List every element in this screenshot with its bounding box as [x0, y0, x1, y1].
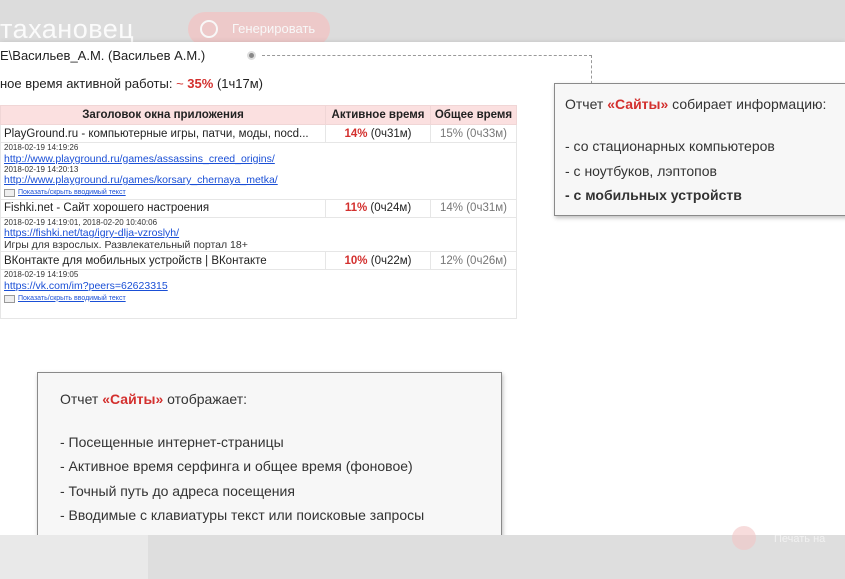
row-details: 2018-02-19 14:19:05 https://vk.com/im?pe… — [0, 269, 517, 319]
active-time-percent: 35% — [187, 76, 214, 91]
row-active-duration: (0ч31м) — [370, 127, 412, 140]
callout-bullet: - с ноутбуков, лэптопов — [565, 163, 717, 179]
row-details: 2018-02-19 14:19:26 http://www.playgroun… — [0, 142, 517, 200]
typed-text: Игры для взрослых. Развлекательный порта… — [4, 239, 248, 251]
toggle-checkbox-icon[interactable] — [4, 189, 15, 198]
visit-url-link[interactable]: http://www.playground.ru/games/korsary_c… — [4, 175, 513, 186]
callout-bullet: - Посещенные интернет-страницы — [60, 434, 284, 450]
callout-text: Отчет — [60, 391, 103, 407]
row-total-time: 15% (0ч33м) — [430, 124, 517, 143]
visit-url-link[interactable]: https://fishki.net/tag/igry-dlja-vzrosly… — [4, 228, 513, 239]
pointer-dot-icon — [247, 51, 256, 60]
row-active-percent: 14% — [344, 127, 368, 140]
callout-text: Отчет — [565, 96, 608, 112]
toggle-typed-text-label[interactable]: Показать/скрыть вводимый текст — [18, 188, 126, 199]
callout-bullet: - Вводимые с клавиатуры текст или поиско… — [60, 507, 425, 523]
callout-features: Отчет «Сайты» отображает: - Посещенные и… — [37, 372, 502, 557]
callout-bullet: - со стационарных компьютеров — [565, 138, 775, 154]
row-details: 2018-02-19 14:19:01, 2018-02-20 10:40:06… — [0, 216, 517, 252]
callout-text: отображает: — [163, 391, 248, 407]
sites-table: Заголовок окна приложения Активное время… — [0, 105, 517, 319]
row-active-time: 10% (0ч22м) — [325, 251, 431, 270]
user-line: E\Васильев_А.М. (Васильев А.М.) — [0, 48, 206, 63]
active-time-summary: ное время активной работы: ~ 35% (1ч17м) — [0, 76, 263, 91]
active-time-duration: (1ч17м) — [216, 76, 263, 91]
approx-sign: ~ — [176, 76, 184, 91]
callout-highlight: «Сайты» — [607, 96, 669, 112]
row-title: Fishki.net - Сайт хорошего настроения — [0, 198, 326, 218]
table-row[interactable]: Fishki.net - Сайт хорошего настроения 11… — [0, 198, 517, 218]
row-active-duration: (0ч22м) — [370, 254, 412, 267]
visit-url-link[interactable]: https://vk.com/im?peers=62623315 — [4, 280, 513, 292]
callout-bullet: - Точный путь до адреса посещения — [60, 483, 295, 499]
toggle-typed-text-label[interactable]: Показать/скрыть вводимый текст — [18, 294, 126, 305]
row-total-time: 14% (0ч31м) — [430, 198, 517, 218]
generate-button-label: Генерировать — [232, 21, 316, 36]
refresh-icon — [200, 20, 218, 38]
background-faded-label: Печать на — [774, 533, 826, 545]
visit-timestamp: 2018-02-19 14:19:05 — [4, 270, 79, 279]
background-lower-left — [0, 535, 148, 579]
active-time-label: ное время активной работы: — [0, 76, 173, 91]
toggle-checkbox-icon[interactable] — [4, 294, 15, 303]
visit-timestamp: 2018-02-19 14:19:26 — [4, 143, 79, 152]
callout-sources: Отчет «Сайты» собирает информацию: - со … — [554, 83, 845, 216]
column-header-total: Общее время — [430, 105, 517, 125]
row-active-percent: 10% — [344, 254, 368, 267]
background-brand-text: тахановец — [0, 14, 135, 44]
callout-connector-horizontal — [262, 55, 592, 56]
printer-icon — [732, 526, 756, 550]
row-active-percent: 11% — [344, 202, 368, 214]
toggle-typed-text[interactable]: Показать/скрыть вводимый текст — [4, 294, 513, 305]
row-active-time: 14% (0ч31м) — [325, 124, 431, 143]
callout-features-intro: Отчет «Сайты» отображает: — [60, 391, 247, 407]
table-row[interactable]: ВКонтакте для мобильных устройств | ВКон… — [0, 251, 517, 270]
row-total-time: 12% (0ч26м) — [430, 251, 517, 270]
column-header-title: Заголовок окна приложения — [0, 105, 326, 125]
callout-bullet: - Активное время серфинга и общее время … — [60, 458, 413, 474]
table-row[interactable]: PlayGround.ru - компьютерные игры, патчи… — [0, 124, 517, 143]
background-faded-item: Печать на — [706, 520, 845, 564]
generate-button[interactable]: Генерировать — [188, 12, 330, 46]
callout-bullet: - с мобильных устройств — [565, 187, 742, 203]
row-title: ВКонтакте для мобильных устройств | ВКон… — [0, 251, 326, 270]
row-active-duration: (0ч24м) — [370, 202, 412, 214]
column-header-active: Активное время — [325, 105, 431, 125]
callout-text: собирает информацию: — [668, 96, 827, 112]
table-header-row: Заголовок окна приложения Активное время… — [0, 105, 517, 125]
row-title: PlayGround.ru - компьютерные игры, патчи… — [0, 124, 326, 143]
row-active-time: 11% (0ч24м) — [325, 198, 431, 218]
callout-sources-intro: Отчет «Сайты» собирает информацию: — [565, 96, 826, 112]
toggle-typed-text[interactable]: Показать/скрыть вводимый текст — [4, 188, 513, 199]
visit-url-link[interactable]: http://www.playground.ru/games/assassins… — [4, 153, 513, 165]
callout-highlight: «Сайты» — [102, 391, 164, 407]
